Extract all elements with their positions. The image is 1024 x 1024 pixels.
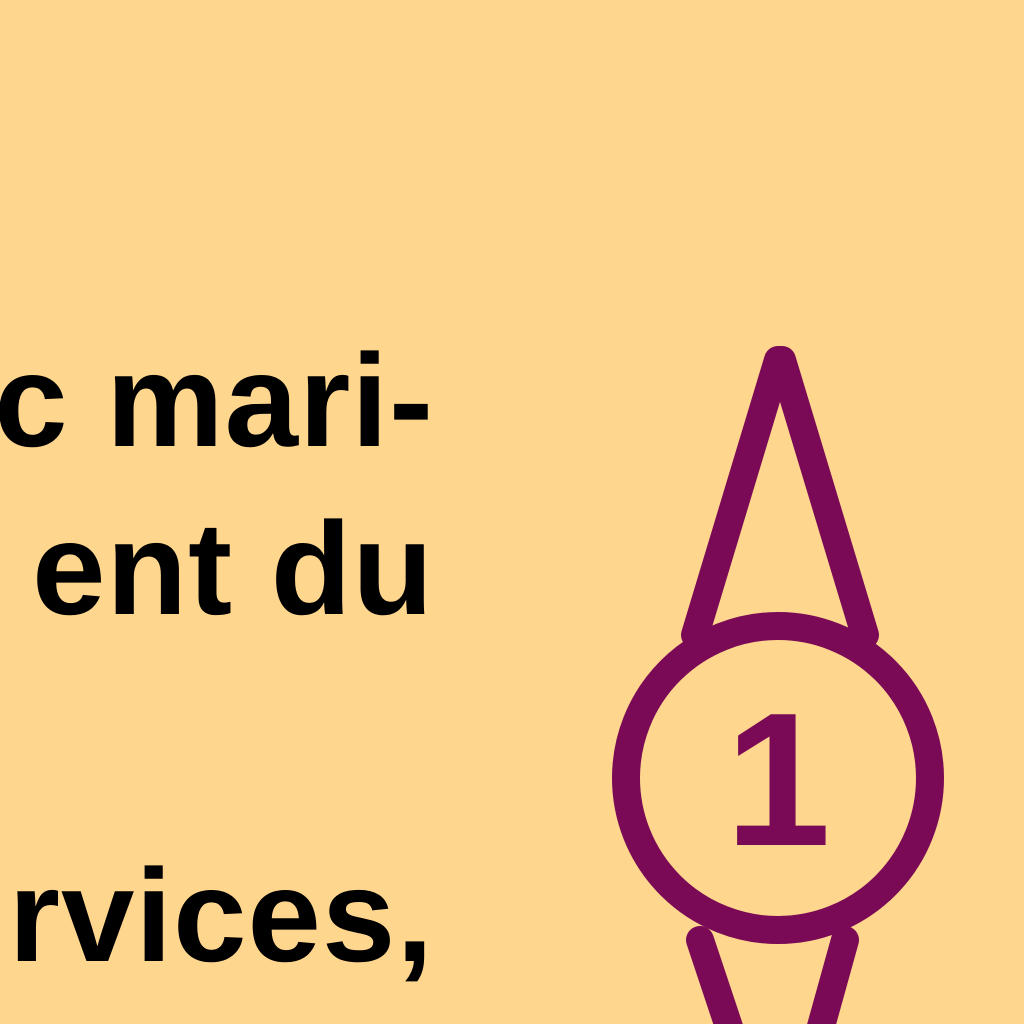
marker-number: 1 xyxy=(725,674,831,886)
marker-bottom-point xyxy=(686,926,859,1024)
text-line-2: ent du xyxy=(32,495,434,642)
text-line-3: rvices, xyxy=(8,842,434,989)
numbered-location-marker-icon: 1 xyxy=(612,346,944,1024)
text-line-1: c mari- xyxy=(0,327,434,474)
page: c mari- ent du rvices, 1 xyxy=(0,0,1024,1024)
marker-top-point xyxy=(681,346,879,649)
